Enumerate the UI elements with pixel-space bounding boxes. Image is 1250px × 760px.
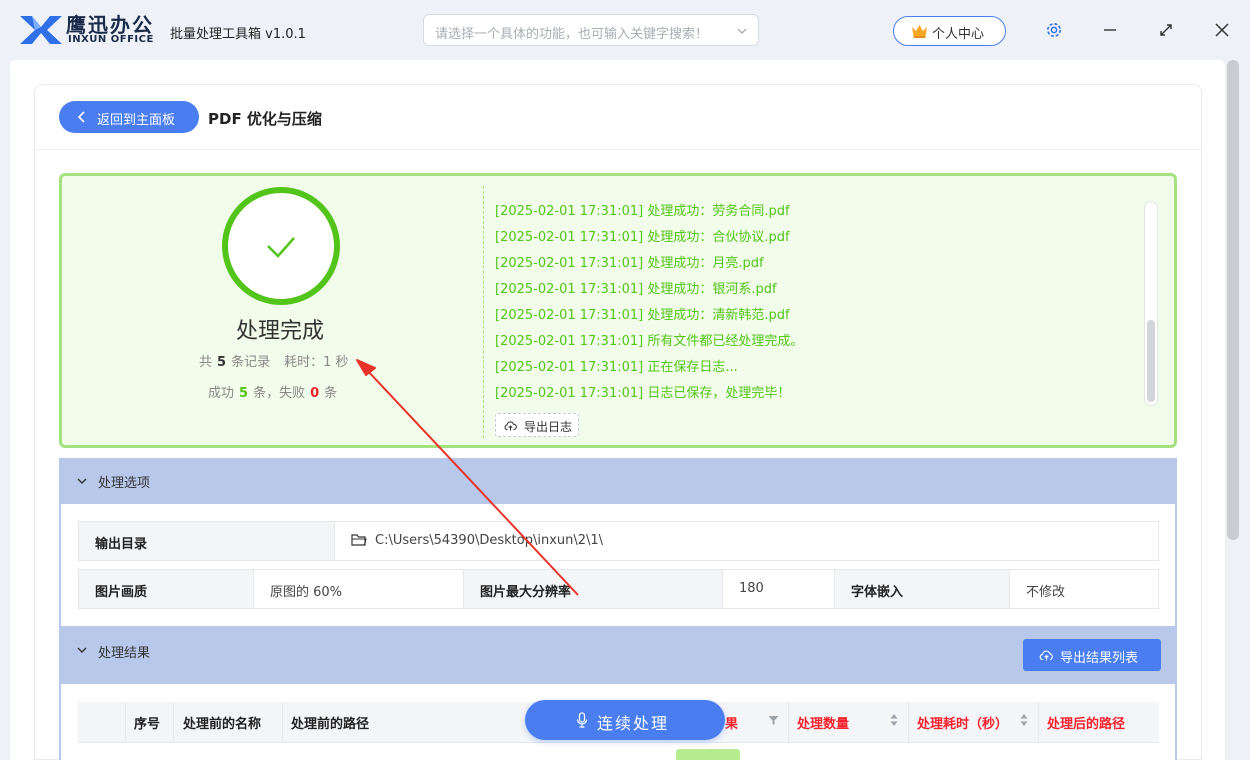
brand-name-en: INXUN OFFICE xyxy=(68,34,154,45)
success-fail-stats: 成功 5 条，失败 0 条 xyxy=(208,382,337,401)
export-log-label: 导出日志 xyxy=(524,420,573,434)
font-embed-value: 不修改 xyxy=(1009,569,1159,609)
status-tag xyxy=(676,749,740,760)
export-log-button[interactable]: 导出日志 xyxy=(495,413,579,437)
font-embed-label: 字体嵌入 xyxy=(834,569,1010,609)
app-title: 批量处理工具箱 v1.0.1 xyxy=(170,27,306,42)
continue-processing-button[interactable]: 连续处理 xyxy=(525,700,725,740)
maximize-icon[interactable] xyxy=(1156,20,1176,40)
back-button-label: 返回到主面板 xyxy=(97,113,176,128)
success-prefix: 成功 xyxy=(208,386,235,401)
cloud-upload-icon xyxy=(504,421,517,431)
log-line: [2025-02-01 17:31:01] 处理成功：银河系.pdf xyxy=(495,282,777,297)
continue-processing-label: 连续处理 xyxy=(597,714,670,733)
summary-divider xyxy=(483,186,484,438)
table-header-index[interactable]: 序号 xyxy=(126,702,174,742)
results-section-title: 处理结果 xyxy=(98,646,151,661)
table-row-divider xyxy=(78,742,1159,743)
crown-icon xyxy=(912,25,927,38)
elapsed-time: 耗时：1 秒 xyxy=(284,355,349,370)
header-divider xyxy=(35,149,1201,150)
success-check-icon xyxy=(222,187,340,305)
chevron-down-icon xyxy=(737,28,747,34)
image-quality-label: 图片画质 xyxy=(78,569,254,609)
inxun-logo-icon xyxy=(20,16,62,44)
options-section-title: 处理选项 xyxy=(98,476,151,491)
chevron-down-icon xyxy=(77,478,87,484)
max-resolution-label: 图片最大分辨率 xyxy=(463,569,723,609)
log-scrollbar[interactable] xyxy=(1144,201,1158,406)
main-scrollbar[interactable] xyxy=(1226,60,1240,760)
results-section-header[interactable]: 处理结果 xyxy=(59,626,1177,684)
total-prefix: 共 xyxy=(199,355,213,370)
scrollbar-thumb[interactable] xyxy=(1227,60,1239,540)
success-mid: 条，失败 xyxy=(253,386,306,401)
folder-icon xyxy=(351,534,367,546)
log-line: [2025-02-01 17:31:01] 处理成功：劳务合同.pdf xyxy=(495,204,790,219)
chevron-down-icon xyxy=(77,647,87,653)
export-result-list-button[interactable]: 导出结果列表 xyxy=(1023,639,1161,671)
sort-icon[interactable] xyxy=(1020,713,1028,727)
search-placeholder: 请选择一个具体的功能，也可输入关键字搜索！ xyxy=(435,27,709,42)
log-line: [2025-02-01 17:31:01] 所有文件都已经处理完成。 xyxy=(495,334,804,349)
success-count: 5 xyxy=(239,386,249,401)
chevron-left-icon xyxy=(77,111,85,123)
back-to-dashboard-button[interactable]: 返回到主面板 xyxy=(59,101,199,133)
max-resolution-value: 180 xyxy=(722,569,835,609)
log-line: [2025-02-01 17:31:01] 处理成功：合伙协议.pdf xyxy=(495,230,790,245)
sort-icon[interactable] xyxy=(890,713,898,727)
filter-icon[interactable] xyxy=(768,715,779,726)
gear-icon[interactable] xyxy=(1044,20,1064,40)
export-result-list-label: 导出结果列表 xyxy=(1060,651,1139,666)
total-suffix: 条记录 xyxy=(231,355,271,370)
log-line: [2025-02-01 17:31:01] 处理成功：清新韩范.pdf xyxy=(495,308,790,323)
user-center-label: 个人中心 xyxy=(932,27,985,42)
record-stats: 共 5 条记录 耗时：1 秒 xyxy=(199,351,348,370)
log-line: [2025-02-01 17:31:01] 日志已保存，处理完毕！ xyxy=(495,386,791,401)
output-dir-value[interactable]: C:\Users\54390\Desktop\inxun\2\1\ xyxy=(334,521,1159,561)
microphone-icon xyxy=(576,712,588,728)
options-section-header[interactable]: 处理选项 xyxy=(59,458,1177,504)
user-center-button[interactable]: 个人中心 xyxy=(893,16,1006,46)
image-quality-value: 原图的 60% xyxy=(253,569,464,609)
title-bar: 鹰迅办公 INXUN OFFICE 批量处理工具箱 v1.0.1 请选择一个具体… xyxy=(0,0,1250,60)
log-line: [2025-02-01 17:31:01] 正在保存日志... xyxy=(495,360,738,375)
minimize-icon[interactable] xyxy=(1100,20,1120,40)
fail-suffix: 条 xyxy=(324,386,338,401)
status-title: 处理完成 xyxy=(235,319,324,344)
fail-count: 0 xyxy=(310,386,320,401)
table-header-output-path[interactable]: 处理后的路径 xyxy=(1039,702,1159,742)
table-header-select[interactable] xyxy=(78,702,126,742)
cloud-upload-icon xyxy=(1039,650,1053,661)
page-title: PDF 优化与压缩 xyxy=(208,110,322,128)
total-count: 5 xyxy=(217,355,227,370)
table-header-orig-name[interactable]: 处理前的名称 xyxy=(174,702,283,742)
output-dir-label: 输出目录 xyxy=(78,521,335,561)
close-icon[interactable] xyxy=(1212,20,1232,40)
log-scrollbar-thumb[interactable] xyxy=(1147,320,1155,402)
function-search-select[interactable]: 请选择一个具体的功能，也可输入关键字搜索！ xyxy=(423,14,759,46)
log-line: [2025-02-01 17:31:01] 处理成功：月亮.pdf xyxy=(495,256,764,271)
